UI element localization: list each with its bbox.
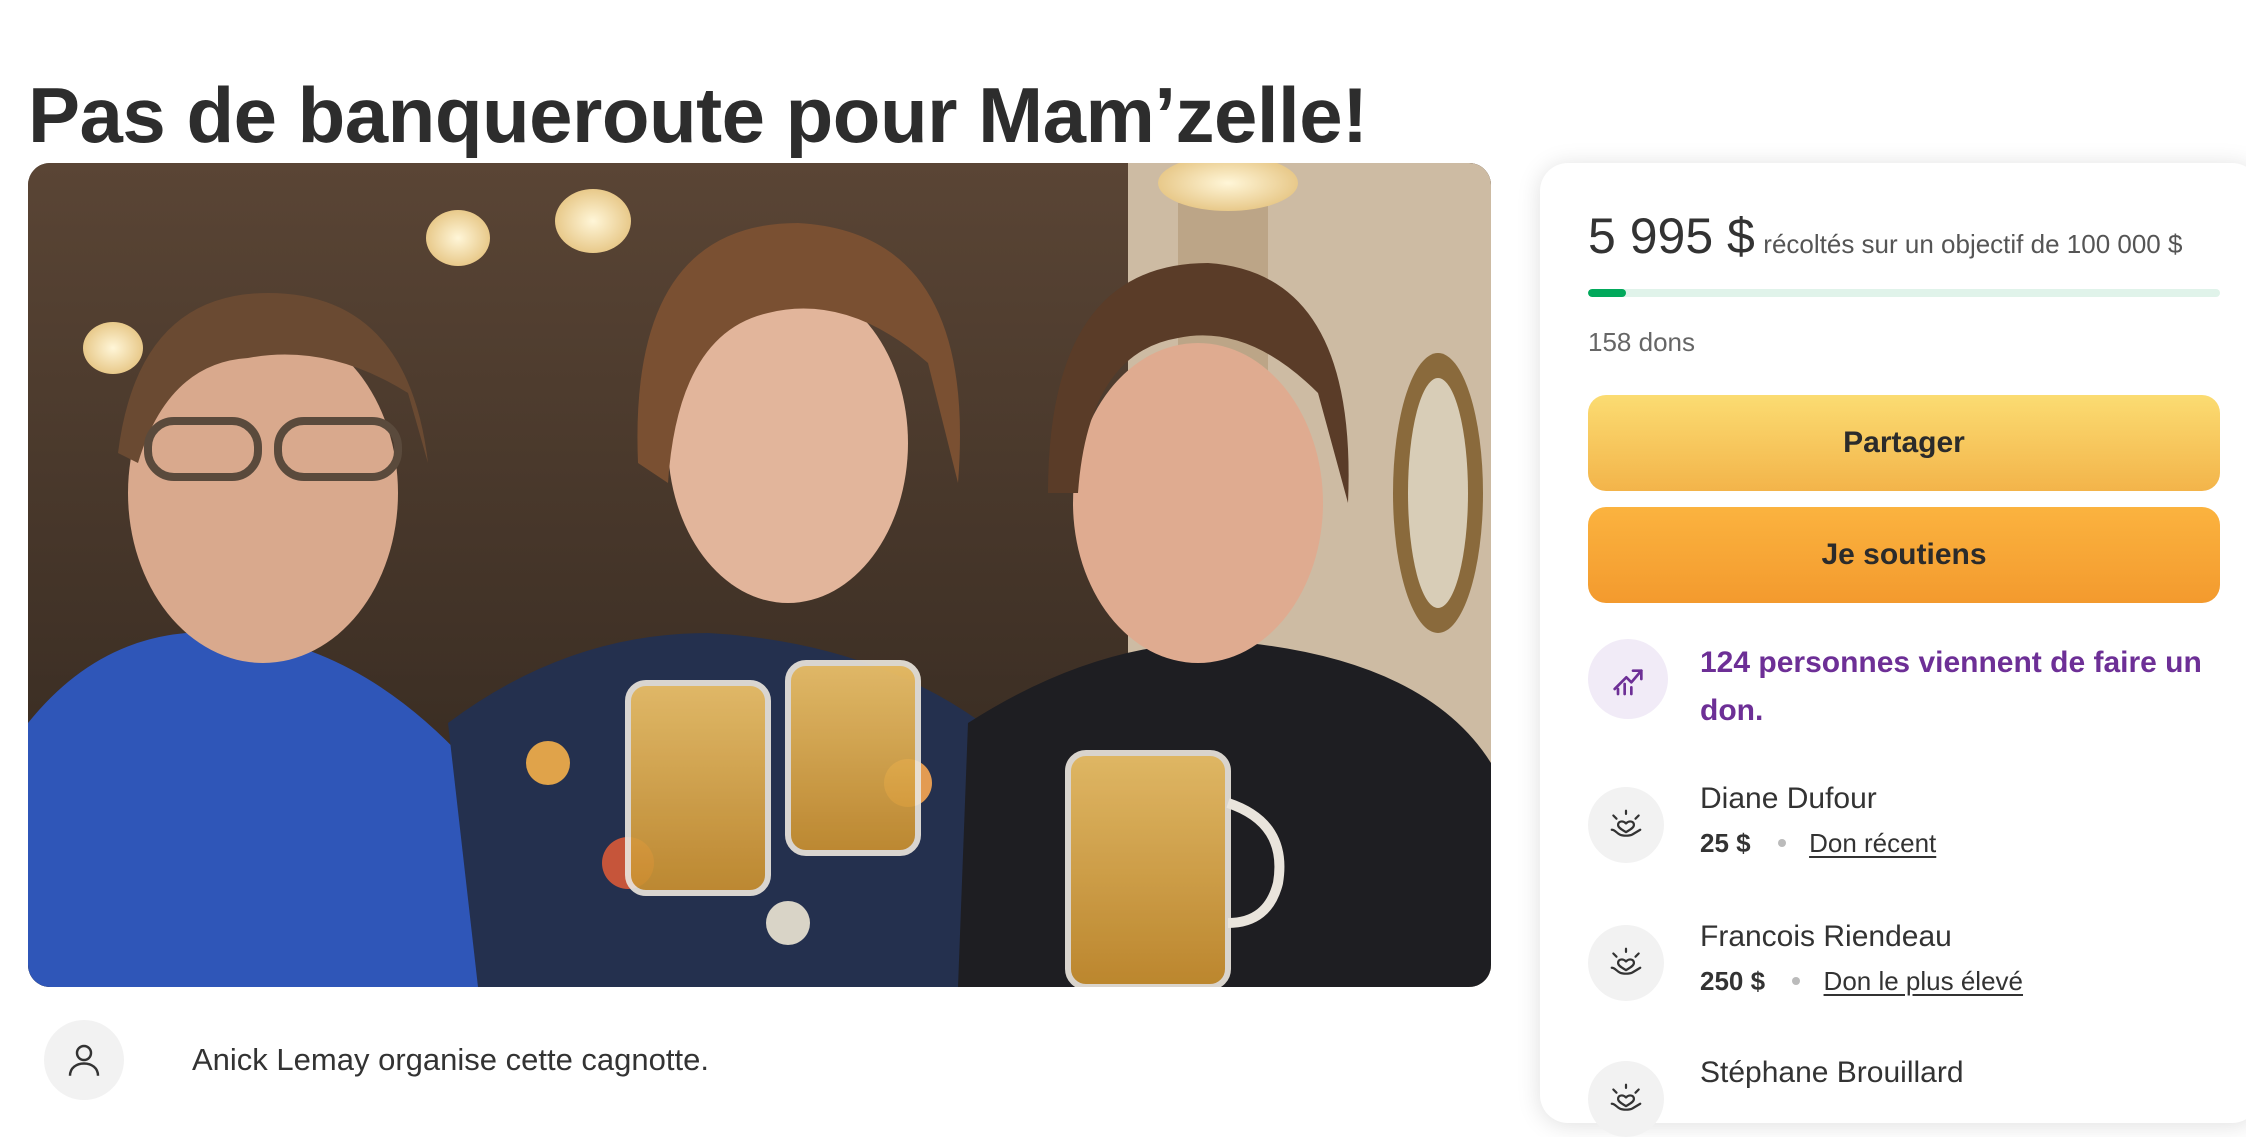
share-button[interactable]: Partager [1588,395,2220,491]
trending-up-icon [1588,639,1668,719]
heart-hand-icon [1588,1061,1664,1137]
separator-dot [1792,977,1801,986]
donor-name: Stéphane Brouillard [1700,1056,1964,1089]
donation-item: Stéphane Brouillard [1588,1053,1964,1137]
campaign-photo [28,163,1491,987]
donor-name: Diane Dufour [1700,782,1877,815]
heart-hand-icon [1588,925,1664,1001]
organizer-text: Anick Lemay organise cette cagnotte. [192,1042,709,1077]
donation-amount: 250 $ [1700,966,1766,996]
donation-amount: 25 $ [1700,828,1751,858]
recent-donors-trend: 124 personnes viennent de faire un don. [1588,639,2220,735]
goal-text: récoltés sur un objectif de 100 000 $ [1763,229,2183,259]
progress-bar [1588,289,2220,297]
raised-summary: 5 995 $ récoltés sur un objectif de 100 … [1588,207,2182,265]
heart-hand-icon [1588,787,1664,863]
donation-item: Diane Dufour 25 $ Don récent [1588,779,1936,863]
page-title: Pas de banqueroute pour Mam’zelle! [28,71,1368,160]
trend-text: 124 personnes viennent de faire un don. [1700,646,2202,727]
donation-tag-link[interactable]: Don le plus élevé [1824,966,2023,996]
donate-button[interactable]: Je soutiens [1588,507,2220,603]
raised-amount: 5 995 $ [1588,208,1755,264]
photo-three-women-toasting-beer [28,163,1491,987]
donation-tag-link[interactable]: Don récent [1809,828,1936,858]
separator-dot [1777,839,1786,848]
user-icon [44,1020,124,1100]
donation-panel: 5 995 $ récoltés sur un objectif de 100 … [1540,163,2246,1137]
progress-fill [1588,289,1626,297]
donation-item: Francois Riendeau 250 $ Don le plus élev… [1588,917,2023,1001]
donor-name: Francois Riendeau [1700,920,1952,953]
donation-count: 158 dons [1588,327,1695,357]
organizer-row: Anick Lemay organise cette cagnotte. [44,1020,709,1100]
